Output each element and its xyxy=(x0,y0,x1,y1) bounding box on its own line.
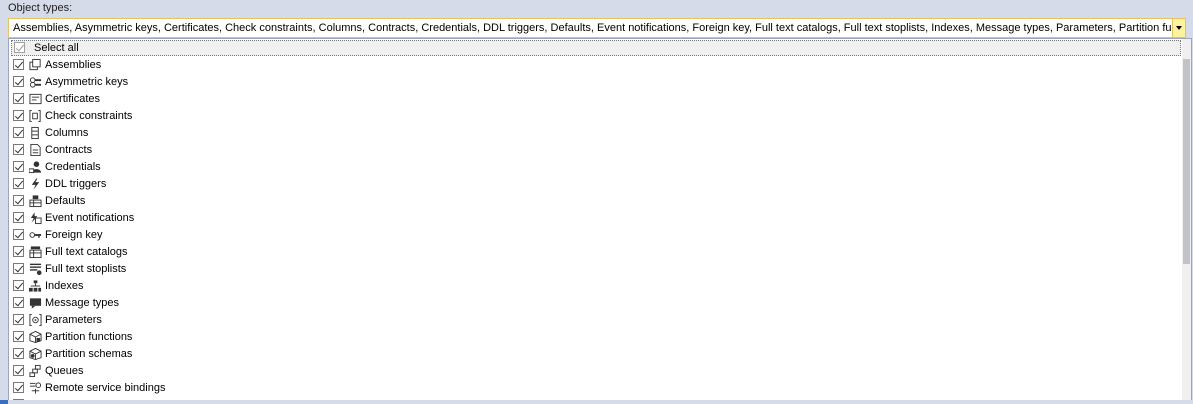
object-type-label: Full text catalogs xyxy=(45,246,128,258)
object-type-label: Partition functions xyxy=(45,331,133,343)
check-constraint-icon xyxy=(29,109,42,123)
object-type-label: Foreign key xyxy=(45,229,103,241)
default-icon xyxy=(29,194,42,208)
object-type-label: Message types xyxy=(45,297,119,309)
object-types-combobox-value: Assemblies, Asymmetric keys, Certificate… xyxy=(13,22,1171,34)
ddl-trigger-icon xyxy=(29,177,42,191)
chevron-down-icon[interactable] xyxy=(1172,19,1185,37)
object-type-checkbox[interactable] xyxy=(13,76,24,87)
certificate-icon xyxy=(29,92,42,106)
partition-function-icon xyxy=(29,330,42,344)
object-type-label: Asymmetric keys xyxy=(45,76,129,88)
contract-icon xyxy=(29,143,42,157)
event-notification-icon xyxy=(29,211,42,225)
parameter-icon xyxy=(29,313,42,327)
object-type-checkbox[interactable] xyxy=(13,246,24,257)
object-type-checkbox[interactable] xyxy=(13,110,24,121)
object-type-label: Certificates xyxy=(45,93,101,105)
object-types-combobox[interactable]: Assemblies, Asymmetric keys, Certificate… xyxy=(8,18,1186,38)
select-all-label: Select all xyxy=(34,42,79,54)
object-type-checkbox[interactable] xyxy=(13,93,24,104)
object-type-checkbox[interactable] xyxy=(13,365,24,376)
object-type-label: Credentials xyxy=(45,161,101,173)
object-type-label: Indexes xyxy=(45,280,84,292)
column-icon xyxy=(29,126,42,140)
object-type-checkbox[interactable] xyxy=(13,178,24,189)
object-type-checkbox[interactable] xyxy=(13,280,24,291)
object-type-checkbox[interactable] xyxy=(13,229,24,240)
object-type-label: Partition schemas xyxy=(45,348,133,360)
assembly-icon xyxy=(29,58,42,72)
object-types-dropdown-list: Select all Assemblies Asymmetric keys Cert… xyxy=(8,38,1192,404)
credential-icon xyxy=(29,160,42,174)
object-type-checkbox[interactable] xyxy=(13,348,24,359)
object-type-checkbox[interactable] xyxy=(13,263,24,274)
object-type-label: Remote service bindings xyxy=(45,382,166,394)
taskbar-edge xyxy=(0,400,8,404)
object-type-checkbox[interactable] xyxy=(13,59,24,70)
vertical-scrollbar[interactable] xyxy=(1182,39,1191,403)
foreign-key-icon xyxy=(29,228,42,242)
object-type-label: Defaults xyxy=(45,195,86,207)
object-type-label: Parameters xyxy=(45,314,102,326)
partition-schema-icon xyxy=(29,347,42,361)
object-type-checkbox[interactable] xyxy=(13,144,24,155)
full-text-stoplist-icon xyxy=(29,262,42,276)
object-type-checkbox[interactable] xyxy=(13,212,24,223)
remote-service-binding-icon xyxy=(29,381,42,395)
object-type-label: Check constraints xyxy=(45,110,133,122)
object-type-label: Queues xyxy=(45,365,84,377)
object-type-checkbox[interactable] xyxy=(13,195,24,206)
object-type-label: Columns xyxy=(45,127,89,139)
select-all-item[interactable]: Select all xyxy=(11,40,1181,56)
object-type-label: Event notifications xyxy=(45,212,135,224)
index-icon xyxy=(29,279,42,293)
object-type-label: DDL triggers xyxy=(45,178,107,190)
select-all-checkbox[interactable] xyxy=(14,42,25,53)
bottom-bar xyxy=(0,400,1193,404)
object-type-label: Assemblies xyxy=(45,59,102,71)
object-type-checkbox[interactable] xyxy=(13,297,24,308)
asymmetric-key-icon xyxy=(29,75,42,89)
message-type-icon xyxy=(29,296,42,310)
object-type-checkbox[interactable] xyxy=(13,331,24,342)
object-type-checkbox[interactable] xyxy=(13,314,24,325)
object-type-label: Contracts xyxy=(45,144,93,156)
object-type-label: Full text stoplists xyxy=(45,263,127,275)
object-types-label: Object types: xyxy=(8,2,73,14)
object-type-checkbox[interactable] xyxy=(13,127,24,138)
full-text-catalog-icon xyxy=(29,245,42,259)
object-type-checkbox[interactable] xyxy=(13,161,24,172)
scrollbar-thumb[interactable] xyxy=(1183,59,1190,264)
queue-icon xyxy=(29,364,42,378)
object-type-checkbox[interactable] xyxy=(13,382,24,393)
